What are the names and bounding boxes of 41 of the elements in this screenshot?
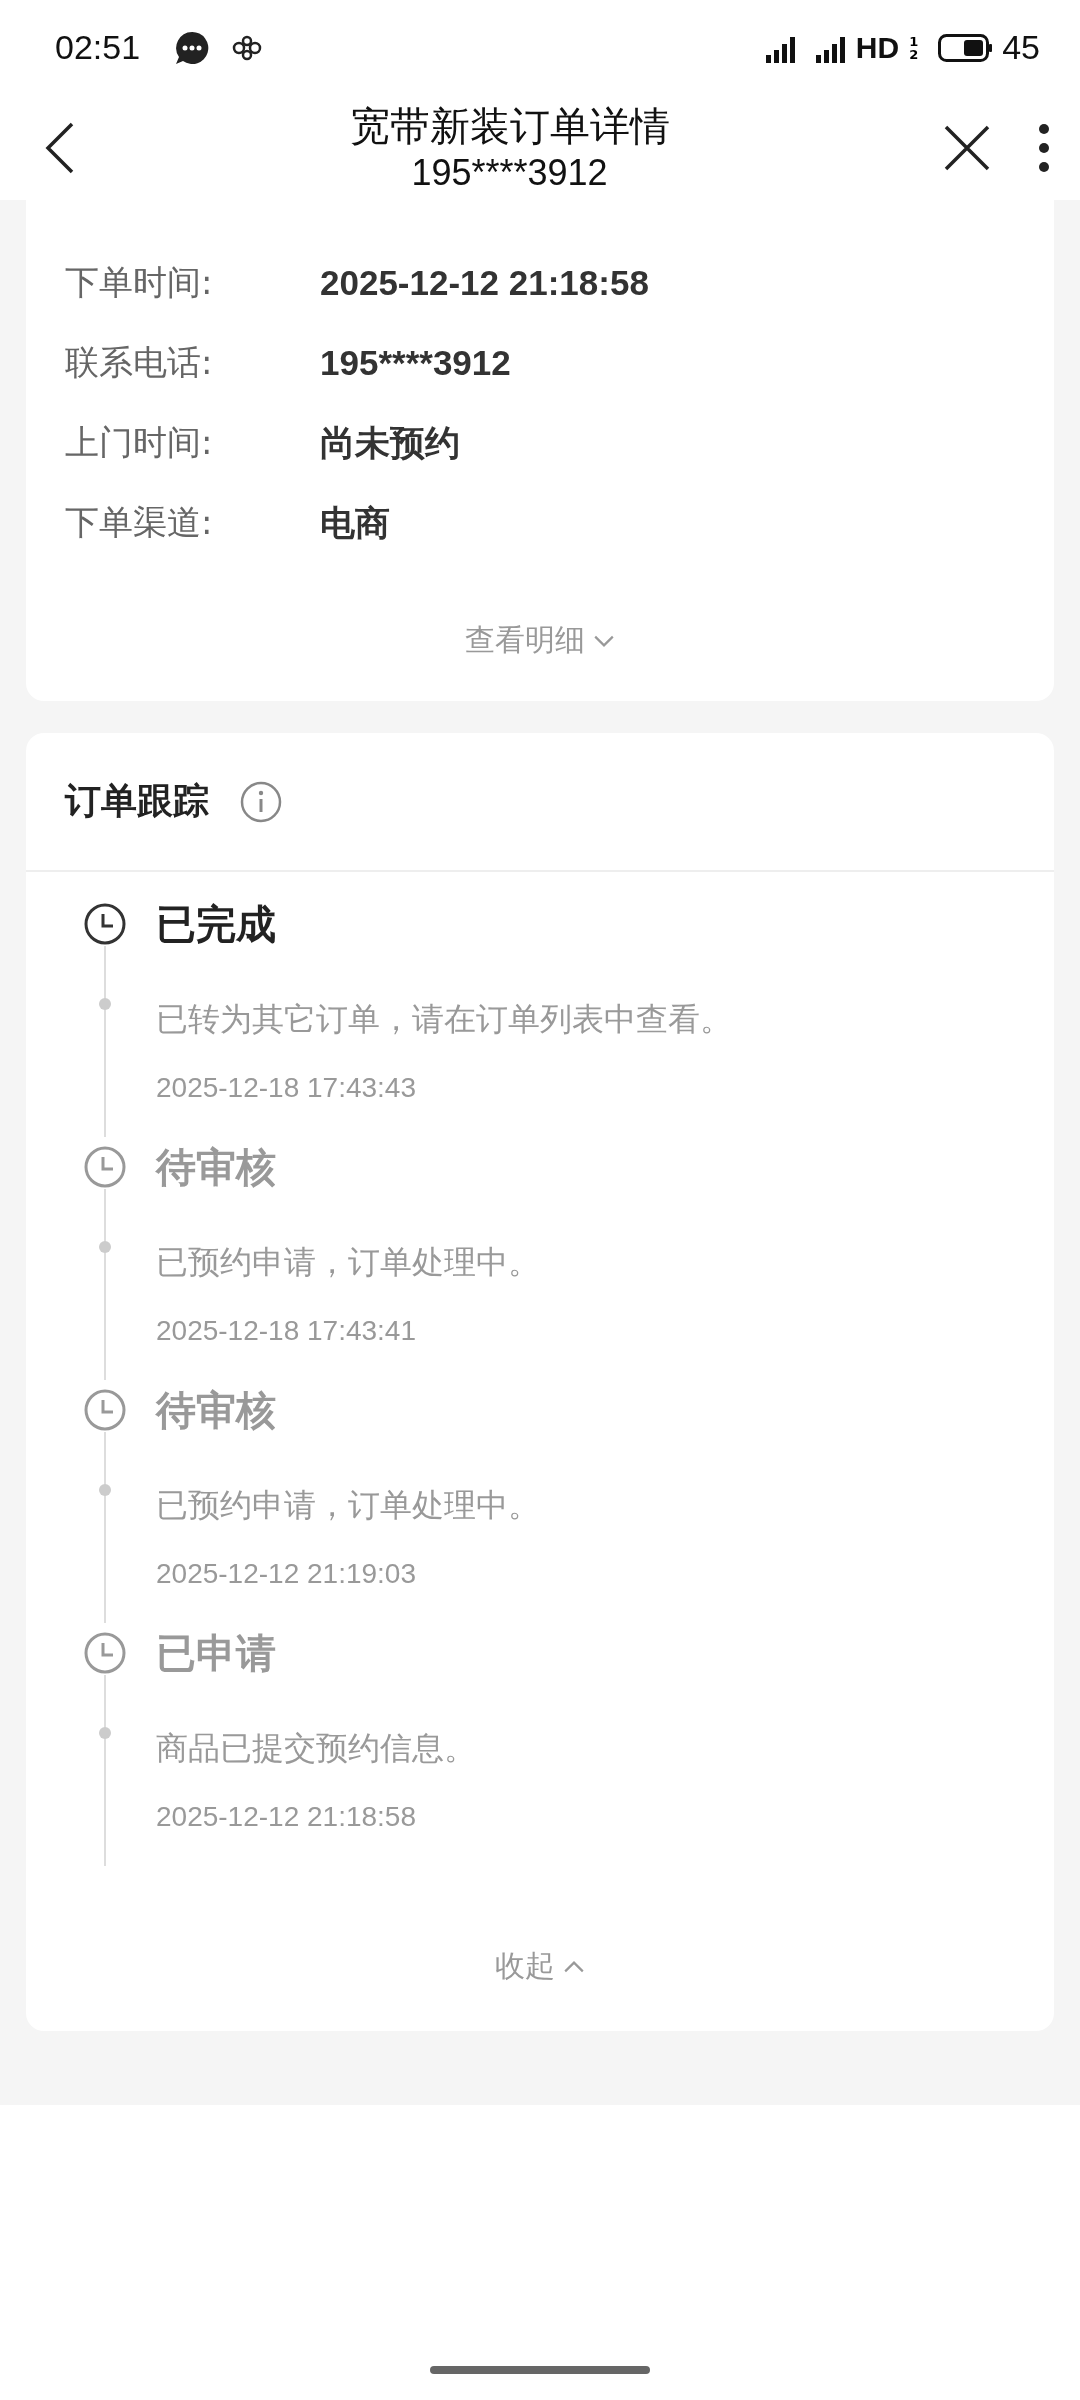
page-title: 宽带新装订单详情 [349,101,670,151]
timeline-dot [99,1727,111,1739]
chat-bubble-icon [174,29,211,66]
timeline-dot [99,998,111,1010]
step-status: 已申请 [156,1629,277,1678]
page-subtitle: 195****3912 [411,150,608,195]
timeline-dot [99,1484,111,1496]
field-value: 195****3912 [320,343,511,383]
step-status: 已完成 [156,900,277,949]
clock-time: 02:51 [55,28,141,67]
chevron-icon [563,1959,585,1974]
close-icon[interactable] [944,124,990,171]
field-value: 2025-12-12 21:18:58 [320,263,649,303]
step-note: 已预约申请，订单处理中。 [156,1485,541,1526]
chevron-icon [593,633,615,648]
step-note: 已转为其它订单，请在订单列表中查看。 [156,999,733,1040]
field-label: 下单渠道: [65,501,214,544]
hd-label: HD [855,30,900,65]
field-value: 电商 [320,501,390,544]
field-label: 上门时间: [65,421,214,464]
more-icon[interactable] [1038,122,1050,173]
step-status: 待审核 [156,1386,277,1435]
back-icon[interactable] [45,121,75,174]
step-status: 待审核 [156,1143,277,1192]
info-icon[interactable] [239,779,283,824]
step-time: 2025-12-18 17:43:43 [156,1071,417,1105]
field-value: 尚未预约 [320,421,460,464]
step-note: 已预约申请，订单处理中。 [156,1242,541,1283]
collapse-button[interactable]: 收起 [495,1946,585,1987]
battery-percent: 45 [1002,28,1040,67]
field-label: 下单时间: [65,261,214,304]
section-title: 订单跟踪 [65,779,209,823]
sim-slot-label: 1 2 [909,34,919,61]
step-note: 商品已提交预约信息。 [156,1728,477,1769]
step-time: 2025-12-12 21:18:58 [156,1800,417,1834]
step-time: 2025-12-18 17:43:41 [156,1314,417,1348]
step-time: 2025-12-12 21:19:03 [156,1557,417,1591]
field-label: 联系电话: [65,341,214,384]
battery-icon [938,33,993,62]
view-details-button[interactable]: 查看明细 [465,620,615,661]
timeline-dot [99,1241,111,1253]
